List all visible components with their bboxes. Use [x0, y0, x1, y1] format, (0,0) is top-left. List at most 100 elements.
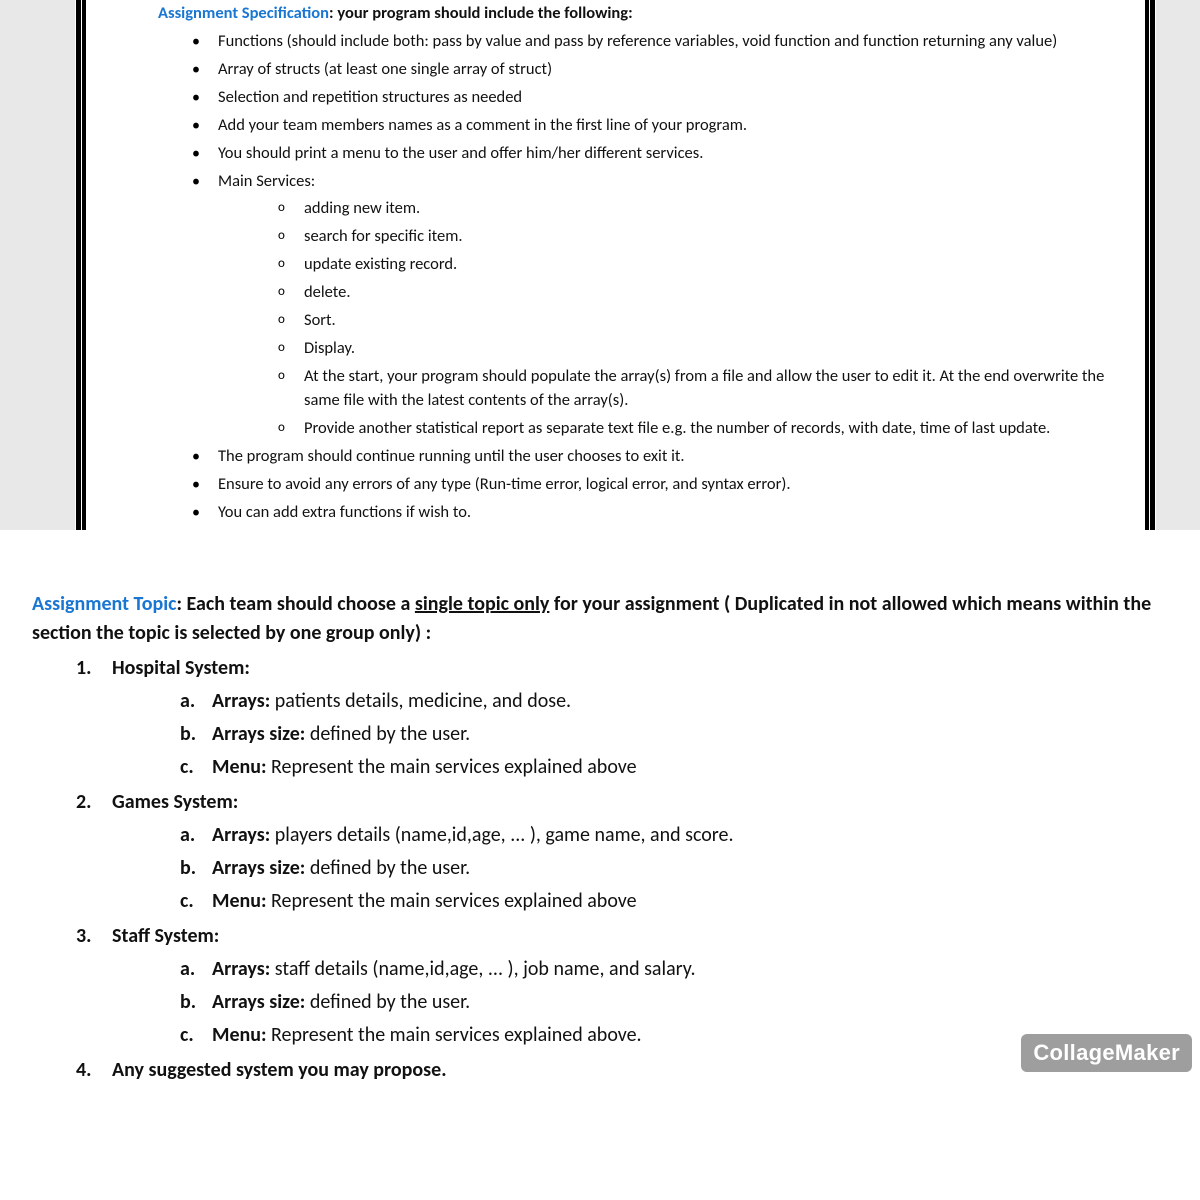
- spec-bullet-text: You should print a menu to the user and …: [218, 143, 703, 163]
- topic-item: 2. Games System: a.Arrays: players detai…: [82, 788, 1200, 916]
- topic-subitem: b.Arrays size: defined by the user.: [186, 720, 1200, 749]
- topic-panel: Assignment Topic: Each team should choos…: [32, 590, 1200, 1091]
- sub-text: Represent the main services explained ab…: [267, 755, 637, 779]
- service-item: At the start, your program should popula…: [282, 365, 1120, 413]
- sub-letter: a.: [180, 821, 195, 850]
- service-item: delete.: [282, 281, 1120, 305]
- spec-bullet: Functions (should include both: pass by …: [198, 30, 1120, 54]
- sub-label: Arrays:: [212, 689, 270, 713]
- service-item: update existing record.: [282, 253, 1120, 277]
- topic-subitem: b.Arrays size: defined by the user.: [186, 854, 1200, 883]
- sub-letter: c.: [180, 753, 194, 782]
- spec-bullet: Main Services: adding new item. search f…: [198, 170, 1120, 441]
- service-text: Display.: [304, 338, 355, 358]
- topic-num: 2.: [76, 788, 91, 817]
- spec-bullet-text: Functions (should include both: pass by …: [218, 31, 1057, 51]
- sub-label: Menu:: [212, 889, 267, 913]
- border-left-outer: [76, 0, 81, 530]
- topic-header: Assignment Topic: Each team should choos…: [32, 590, 1200, 648]
- spec-bullets: Functions (should include both: pass by …: [158, 30, 1120, 525]
- sub-text: defined by the user.: [305, 990, 470, 1014]
- topic-item: 3. Staff System: a.Arrays: staff details…: [82, 922, 1200, 1050]
- page-margin-right: [1156, 0, 1200, 530]
- spec-title-rest: : your program should include the follow…: [329, 3, 633, 23]
- services-list: adding new item. search for specific ite…: [218, 197, 1120, 440]
- topic-title-before: : Each team should choose a: [176, 592, 414, 616]
- spec-bullet-text: The program should continue running unti…: [218, 446, 685, 466]
- page-margin-left: [0, 0, 75, 530]
- spec-bullet: Array of structs (at least one single ar…: [198, 58, 1120, 82]
- sub-letter: c.: [180, 1021, 194, 1050]
- sub-label: Arrays:: [212, 823, 270, 847]
- spec-bullet-text: You can add extra functions if wish to.: [218, 502, 471, 522]
- topic-subitem: a.Arrays: staff details (name,id,age, ..…: [186, 955, 1200, 984]
- sub-text: Represent the main services explained ab…: [267, 1023, 642, 1047]
- watermark-badge: CollageMaker: [1021, 1034, 1192, 1072]
- topic-item: 1. Hospital System: a.Arrays: patients d…: [82, 654, 1200, 782]
- service-text: Provide another statistical report as se…: [304, 418, 1050, 438]
- sub-letter: b.: [180, 720, 196, 749]
- topics-list: 1. Hospital System: a. Arrays: patients d…: [32, 654, 1200, 1085]
- topic-subitem: c.Menu: Represent the main services expl…: [186, 753, 1200, 782]
- spec-bullet-text: Ensure to avoid any errors of any type (…: [218, 474, 791, 494]
- border-right-inner: [1145, 0, 1149, 530]
- topic-subitem: b.Arrays size: defined by the user.: [186, 988, 1200, 1017]
- sub-label: Arrays size:: [212, 856, 305, 880]
- sub-label: Arrays size:: [212, 990, 305, 1014]
- spec-bullet-text: Main Services:: [218, 171, 315, 191]
- sub-letter: c.: [180, 887, 194, 916]
- service-text: Sort.: [304, 310, 336, 330]
- sub-text: patients details, medicine, and dose.: [270, 689, 571, 713]
- service-item: Display.: [282, 337, 1120, 361]
- sub-text: Represent the main services explained ab…: [267, 889, 637, 913]
- service-text: search for specific item.: [304, 226, 463, 246]
- border-left-inner: [82, 0, 86, 530]
- spec-bullet-text: Array of structs (at least one single ar…: [218, 59, 552, 79]
- spec-bullet-text: Add your team members names as a comment…: [218, 115, 747, 135]
- topic-title-underline: single topic only: [415, 592, 550, 616]
- service-item: Sort.: [282, 309, 1120, 333]
- sub-text: defined by the user.: [305, 722, 470, 746]
- sub-label: Arrays size:: [212, 722, 305, 746]
- service-item: adding new item.: [282, 197, 1120, 221]
- spec-bullet: Ensure to avoid any errors of any type (…: [198, 473, 1120, 497]
- topic-name: Games System:: [112, 790, 238, 814]
- sub-label: Arrays:: [212, 957, 270, 981]
- service-text: At the start, your program should popula…: [304, 366, 1104, 410]
- spec-panel: Assignment Specification: your program s…: [0, 0, 1200, 546]
- topic-subitem: a.Arrays: patients details, medicine, an…: [186, 687, 1200, 716]
- topic-sublist: a. Arrays: patients details, medicine, an…: [112, 687, 1200, 782]
- topic-num: 3.: [76, 922, 91, 951]
- topic-name: Hospital System:: [112, 656, 250, 680]
- service-item: Provide another statistical report as se…: [282, 417, 1120, 441]
- topic-name: Any suggested system you may propose.: [112, 1058, 447, 1082]
- sub-letter: a.: [180, 687, 195, 716]
- topic-subitem: c.Menu: Represent the main services expl…: [186, 887, 1200, 916]
- spec-title: Assignment Specification: your program s…: [158, 2, 1120, 26]
- topic-subitem: a.Arrays: players details (name,id,age, …: [186, 821, 1200, 850]
- sub-text: players details (name,id,age, ... ), gam…: [270, 823, 733, 847]
- topic-name: Staff System:: [112, 924, 219, 948]
- spec-bullet-text: Selection and repetition structures as n…: [218, 87, 522, 107]
- border-right-outer: [1150, 0, 1155, 530]
- spec-content: Assignment Specification: your program s…: [158, 2, 1120, 529]
- topic-sublist: a. Arrays: players details (name,id,age, …: [112, 821, 1200, 916]
- topic-num: 1.: [76, 654, 91, 683]
- spec-bullet: Selection and repetition structures as n…: [198, 86, 1120, 110]
- topic-title-blue: Assignment Topic: [32, 592, 176, 616]
- service-text: update existing record.: [304, 254, 457, 274]
- sub-label: Menu:: [212, 1023, 267, 1047]
- service-item: search for specific item.: [282, 225, 1120, 249]
- service-text: delete.: [304, 282, 351, 302]
- service-text: adding new item.: [304, 198, 420, 218]
- spec-title-blue: Assignment Specification: [158, 3, 329, 23]
- spec-bullet: Add your team members names as a comment…: [198, 114, 1120, 138]
- spec-bullet: The program should continue running unti…: [198, 445, 1120, 469]
- sub-letter: b.: [180, 854, 196, 883]
- spec-bullet: You should print a menu to the user and …: [198, 142, 1120, 166]
- spec-bullet: You can add extra functions if wish to.: [198, 501, 1120, 525]
- sub-label: Menu:: [212, 755, 267, 779]
- topic-num: 4.: [76, 1056, 91, 1085]
- sub-letter: b.: [180, 988, 196, 1017]
- sub-text: staff details (name,id,age, ... ), job n…: [270, 957, 695, 981]
